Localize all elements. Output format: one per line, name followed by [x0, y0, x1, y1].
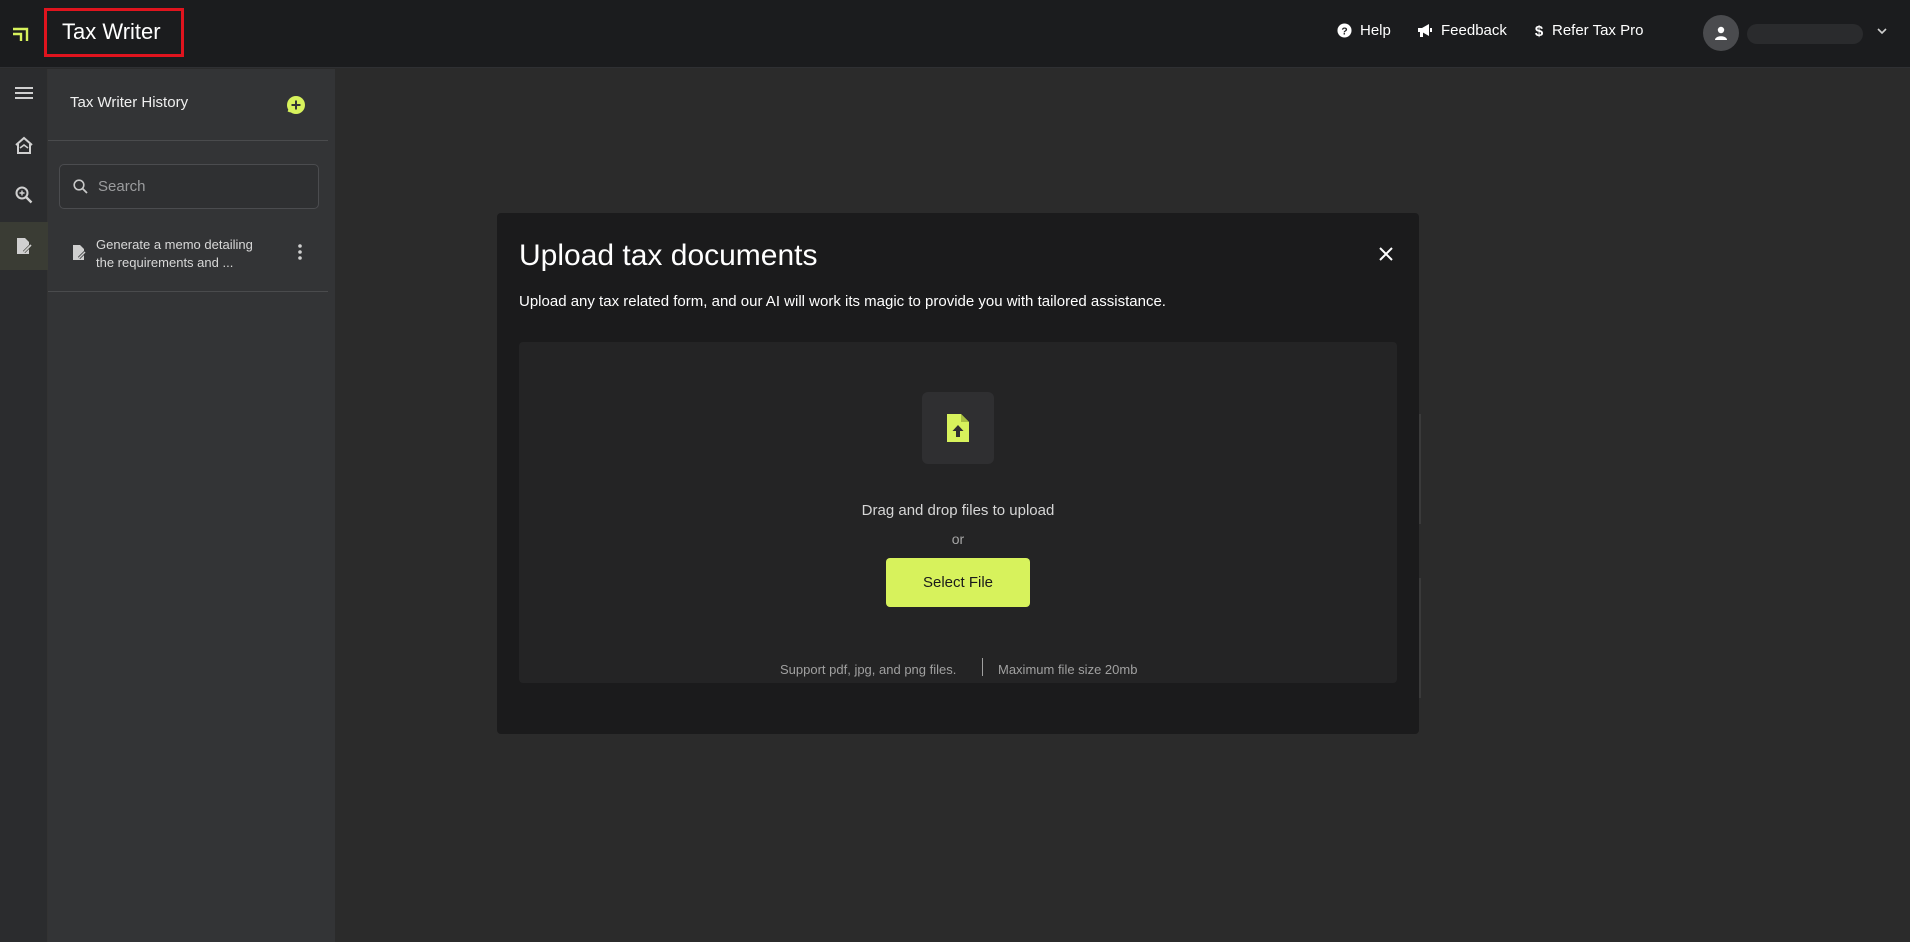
or-text: or	[951, 531, 965, 547]
chevron-down-icon[interactable]	[1876, 25, 1888, 37]
drop-zone[interactable]: Drag and drop files to upload or Select …	[519, 342, 1397, 683]
drag-drop-text: Drag and drop files to upload	[861, 502, 1055, 519]
history-divider	[48, 140, 328, 141]
svg-text:?: ?	[1341, 26, 1347, 37]
select-file-button[interactable]: Select File	[886, 558, 1030, 607]
top-bar: Tax Writer ? Help Feedback $ Refer Tax P…	[0, 0, 1910, 68]
new-chat-icon[interactable]	[286, 95, 306, 115]
document-icon	[73, 245, 86, 260]
feedback-megaphone-icon	[1418, 24, 1432, 37]
footer-separator	[982, 658, 983, 676]
close-button[interactable]	[1371, 239, 1401, 269]
tax-writer-button[interactable]	[0, 222, 48, 270]
supported-formats-text: Support pdf, jpg, and png files.	[780, 662, 957, 677]
feedback-link[interactable]: Feedback	[1417, 22, 1507, 39]
history-item[interactable]: Generate a memo detailing the requiremen…	[48, 234, 328, 292]
app-title: Tax Writer	[62, 19, 161, 44]
search-zoom-icon	[15, 186, 33, 204]
search-icon	[73, 179, 88, 194]
feedback-label: Feedback	[1441, 22, 1507, 39]
help-label: Help	[1360, 22, 1391, 39]
upload-icon-box	[922, 392, 994, 464]
left-rail	[0, 69, 48, 942]
avatar[interactable]	[1703, 15, 1739, 51]
background-divider	[1419, 578, 1421, 698]
refer-tax-pro-link[interactable]: $ Refer Tax Pro	[1534, 22, 1644, 39]
upload-modal: Upload tax documents Upload any tax rela…	[497, 213, 1419, 734]
kebab-icon[interactable]	[298, 244, 302, 260]
logo-icon[interactable]	[10, 22, 32, 44]
file-upload-icon	[947, 414, 969, 442]
modal-title: Upload tax documents	[519, 239, 818, 272]
home-icon	[15, 136, 33, 154]
document-edit-icon	[17, 238, 32, 254]
help-icon: ?	[1337, 23, 1352, 38]
home-button[interactable]	[0, 121, 48, 169]
modal-subtitle: Upload any tax related form, and our AI …	[519, 293, 1166, 310]
menu-icon	[15, 87, 33, 99]
history-item-label: Generate a memo detailing the requiremen…	[96, 237, 253, 270]
menu-button[interactable]	[0, 69, 48, 117]
refer-label: Refer Tax Pro	[1552, 22, 1644, 39]
research-button[interactable]	[0, 171, 48, 219]
max-size-text: Maximum file size 20mb	[998, 662, 1138, 677]
svg-text:$: $	[1535, 23, 1544, 39]
close-icon	[1379, 247, 1393, 261]
background-divider	[1419, 414, 1421, 524]
username[interactable]	[1747, 24, 1863, 44]
help-link[interactable]: ? Help	[1337, 22, 1391, 39]
history-title: Tax Writer History	[70, 94, 189, 111]
dollar-icon: $	[1535, 23, 1544, 39]
search-box[interactable]	[59, 164, 319, 209]
user-icon	[1715, 26, 1727, 40]
history-panel: Tax Writer History Generate a memo detai…	[48, 69, 335, 942]
search-input[interactable]	[98, 178, 318, 195]
